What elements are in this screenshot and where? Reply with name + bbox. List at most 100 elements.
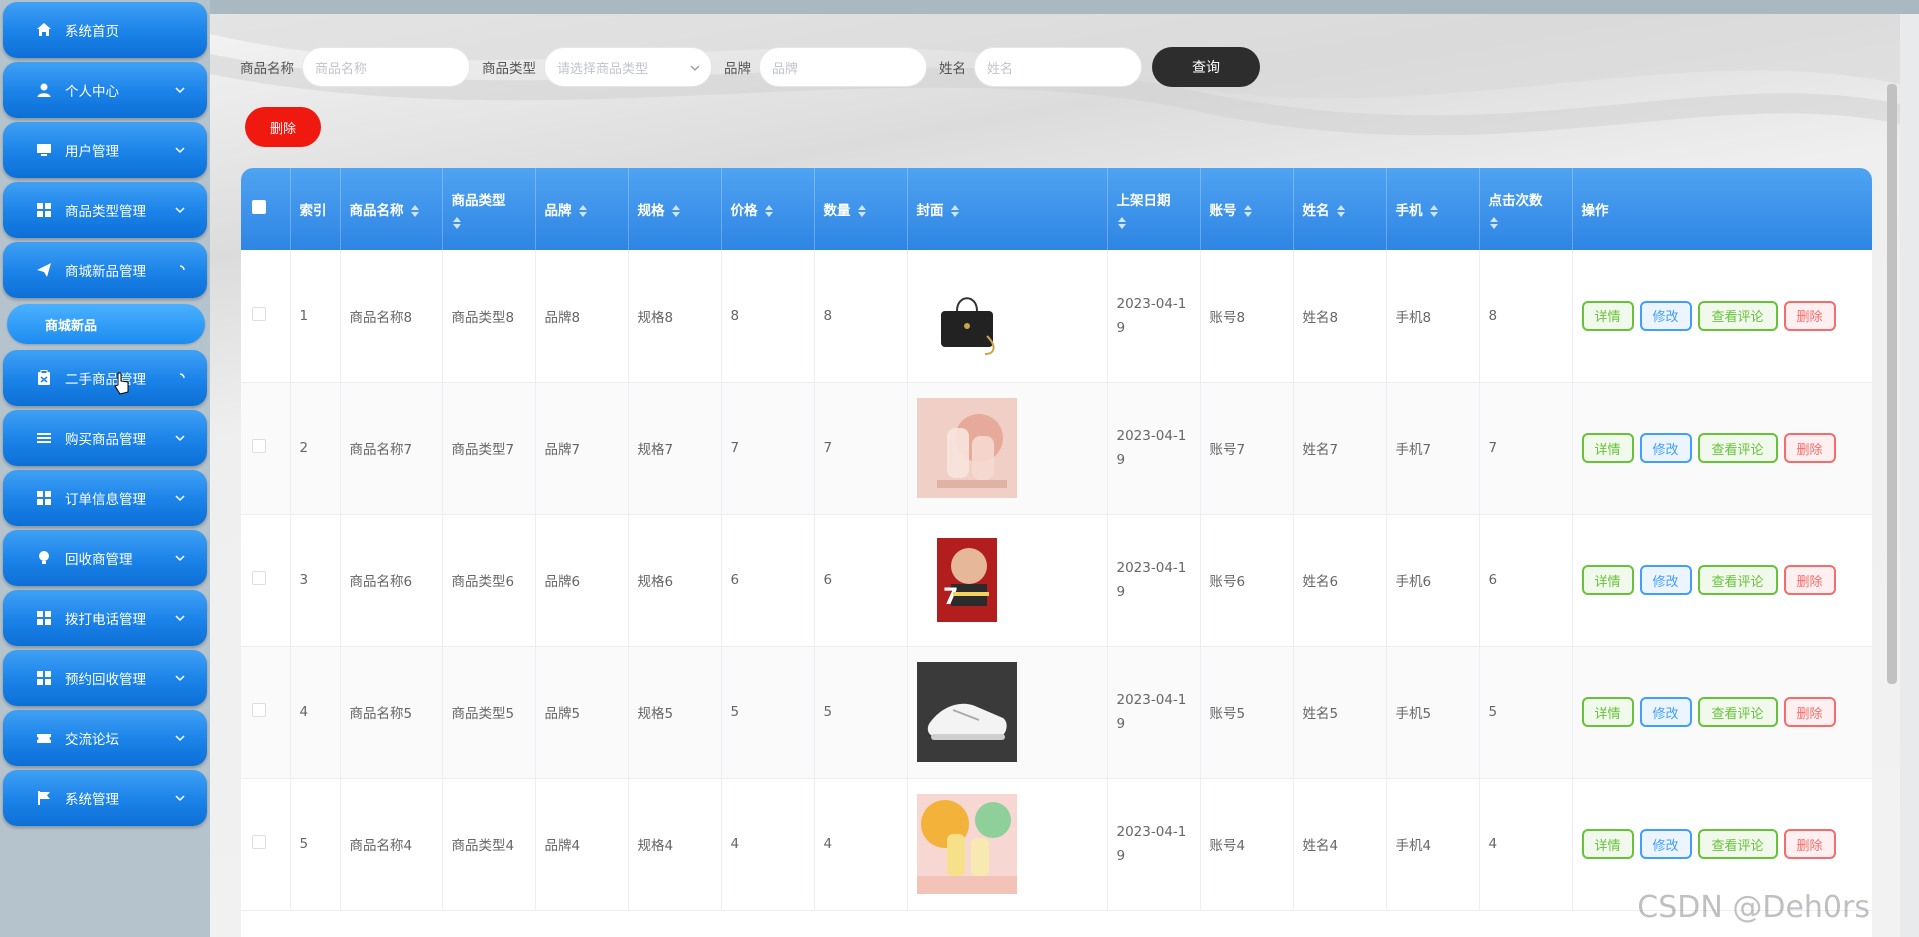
column-header[interactable]: 上架日期: [1107, 168, 1201, 250]
table-row: 2 商品名称7 商品类型7 品牌7 规格7 7 7 2023-04-1 9 账号7 姓名7 手机7 7…: [241, 382, 1872, 515]
sidebar-item-forum[interactable]: 交流论坛: [3, 710, 207, 766]
column-header[interactable]: 点击次数: [1479, 168, 1573, 250]
sidebar-item-system[interactable]: 系统管理: [3, 770, 207, 826]
row-checkbox[interactable]: [252, 703, 266, 717]
column-header[interactable]: 数量: [814, 168, 908, 250]
sort-icon[interactable]: [1429, 205, 1439, 217]
column-header: 索引: [290, 168, 341, 250]
sort-icon[interactable]: [410, 205, 420, 217]
view-reviews-button[interactable]: 查看评论: [1697, 300, 1778, 331]
sidebar-item-personal[interactable]: 个人中心: [3, 62, 207, 118]
view-reviews-button[interactable]: 查看评论: [1697, 565, 1778, 595]
view-reviews-button[interactable]: 查看评论: [1697, 433, 1778, 463]
edit-button[interactable]: 修改: [1639, 829, 1692, 859]
detail-button[interactable]: 详情: [1581, 433, 1634, 463]
row-checkbox[interactable]: [252, 306, 266, 321]
sidebar-item-orders[interactable]: 订单信息管理: [3, 470, 207, 526]
select-all-header[interactable]: [241, 168, 291, 250]
cell-text: 2023-04-1 9: [1116, 560, 1187, 600]
select-all-checkbox[interactable]: [252, 200, 266, 214]
column-header[interactable]: 姓名: [1293, 168, 1387, 250]
sidebar-item-users[interactable]: 用户管理: [3, 122, 207, 178]
row-select-cell[interactable]: [241, 646, 291, 779]
row-select-cell[interactable]: [241, 514, 291, 647]
view-reviews-button[interactable]: 查看评论: [1697, 829, 1778, 859]
sort-icon[interactable]: [1117, 217, 1127, 229]
column-header[interactable]: 价格: [721, 168, 815, 250]
view-reviews-button[interactable]: 查看评论: [1697, 697, 1778, 727]
phone-cell: 手机7: [1386, 382, 1480, 515]
delete-button[interactable]: 删除: [1783, 697, 1836, 727]
person-name-input[interactable]: 姓名: [974, 47, 1142, 87]
click-count-cell: 8: [1479, 250, 1573, 383]
sidebar-item-new-products[interactable]: 商城新品管理: [3, 242, 207, 298]
index-cell: 3: [290, 514, 341, 647]
sort-icon[interactable]: [857, 205, 867, 217]
date-cell: 2023-04-1 9: [1107, 250, 1201, 383]
sort-icon[interactable]: [452, 217, 462, 229]
delete-button[interactable]: 删除: [1783, 433, 1836, 463]
header-label: 上架日期: [1116, 193, 1171, 209]
column-header[interactable]: 手机: [1386, 168, 1480, 250]
sidebar-subitem-new-products[interactable]: 商城新品: [7, 304, 205, 344]
date-cell: 2023-04-1 9: [1107, 382, 1201, 515]
sort-icon[interactable]: [1336, 205, 1346, 217]
row-checkbox[interactable]: [252, 439, 266, 453]
account-cell: 账号4: [1200, 778, 1294, 911]
header-label: 数量: [823, 203, 851, 219]
sort-icon[interactable]: [764, 205, 774, 217]
product-name-cell: 商品名称6: [340, 514, 443, 647]
sort-icon[interactable]: [1243, 205, 1253, 217]
sort-icon[interactable]: [950, 205, 960, 217]
row-checkbox[interactable]: [252, 835, 266, 849]
column-header[interactable]: 商品名称: [340, 168, 443, 250]
table-row: 3 商品名称6 商品类型6 品牌6 规格6 6 6 7 2023-04-1 9 账号6 姓名6 手机6…: [241, 514, 1872, 647]
search-bar: 商品名称 商品名称 商品类型 请选择商品类型 品牌 品牌 姓名 姓名 查询: [240, 47, 1260, 87]
row-select-cell[interactable]: [241, 250, 291, 383]
sort-icon[interactable]: [1489, 217, 1499, 229]
cell-text: 8: [823, 307, 833, 324]
row-checkbox[interactable]: [252, 571, 266, 585]
edit-button[interactable]: 修改: [1639, 433, 1692, 463]
delete-button[interactable]: 删除: [1783, 300, 1836, 331]
edit-button[interactable]: 修改: [1639, 697, 1692, 727]
sidebar-item-label: 用户管理: [65, 144, 119, 160]
cell-text: 7: [1488, 440, 1498, 456]
brand-input[interactable]: 品牌: [759, 47, 927, 87]
sort-icon[interactable]: [671, 205, 681, 217]
detail-button[interactable]: 详情: [1581, 565, 1634, 595]
sidebar-item-recyclers[interactable]: 回收商管理: [3, 530, 207, 586]
product-name-input[interactable]: 商品名称: [302, 47, 470, 87]
sidebar-item-purchases[interactable]: 购买商品管理: [3, 410, 207, 466]
detail-button[interactable]: 详情: [1581, 829, 1634, 859]
sidebar-item-appointments[interactable]: 预约回收管理: [3, 650, 207, 706]
detail-button[interactable]: 详情: [1581, 697, 1634, 727]
product-type-select[interactable]: 请选择商品类型: [544, 47, 712, 87]
bulk-delete-button[interactable]: 删除: [245, 107, 321, 147]
column-header[interactable]: 品牌: [535, 168, 629, 250]
sidebar-item-home[interactable]: 系统首页: [3, 2, 207, 58]
account-cell: 账号7: [1200, 382, 1294, 515]
person-name-label: 姓名: [939, 61, 966, 77]
detail-button[interactable]: 详情: [1581, 300, 1634, 331]
cover-cell: [907, 646, 1108, 779]
delete-button[interactable]: 删除: [1783, 565, 1836, 595]
column-header[interactable]: 商品类型: [442, 168, 536, 250]
query-button[interactable]: 查询: [1152, 47, 1260, 87]
vertical-scrollbar[interactable]: [1887, 84, 1897, 684]
brand-cell: 品牌7: [535, 382, 629, 515]
row-select-cell[interactable]: [241, 778, 291, 911]
column-header[interactable]: 规格: [628, 168, 722, 250]
edit-button[interactable]: 修改: [1639, 300, 1692, 331]
edit-button[interactable]: 修改: [1639, 565, 1692, 595]
sort-icon[interactable]: [578, 205, 588, 217]
column-header[interactable]: 封面: [907, 168, 1108, 250]
product-name-label: 商品名称: [240, 61, 294, 77]
row-select-cell[interactable]: [241, 382, 291, 515]
bulb-icon: [35, 549, 53, 567]
sidebar-item-product-types[interactable]: 商品类型管理: [3, 182, 207, 238]
column-header[interactable]: 账号: [1200, 168, 1294, 250]
sidebar-item-secondhand[interactable]: 二手商品管理: [3, 350, 207, 406]
delete-button[interactable]: 删除: [1783, 829, 1836, 859]
sidebar-item-calls[interactable]: 拨打电话管理: [3, 590, 207, 646]
